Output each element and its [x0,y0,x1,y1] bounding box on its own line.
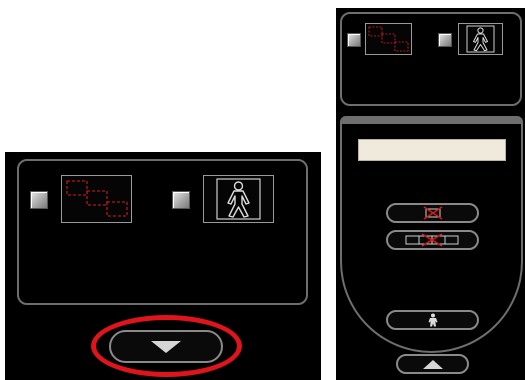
left-panel [5,152,321,380]
delete-single-icon [423,206,442,220]
triangle-down-icon [151,340,181,353]
left-person-checkbox[interactable] [172,191,190,209]
left-select-thumbnail[interactable] [61,175,132,223]
person-icon [216,178,261,220]
left-person-thumbnail[interactable] [203,175,274,223]
delete-from-chain-button[interactable] [386,230,479,250]
text-field[interactable] [358,139,506,161]
person-icon [466,25,495,53]
delete-from-chain-icon [405,233,458,247]
right-person-checkbox[interactable] [438,33,452,47]
delete-single-button[interactable] [386,203,479,223]
left-select-checkbox[interactable] [30,191,48,209]
collapse-button[interactable] [396,354,469,374]
select-grid-icon [368,26,409,52]
triangle-up-icon [422,359,443,369]
right-person-thumbnail[interactable] [458,23,503,55]
expand-button[interactable] [109,330,223,363]
right-panel [336,8,525,380]
select-grid-icon [66,180,128,217]
right-select-checkbox[interactable] [347,33,361,47]
right-select-thumbnail[interactable] [365,23,412,55]
person-button[interactable] [386,310,479,330]
person-small-icon [428,313,437,327]
